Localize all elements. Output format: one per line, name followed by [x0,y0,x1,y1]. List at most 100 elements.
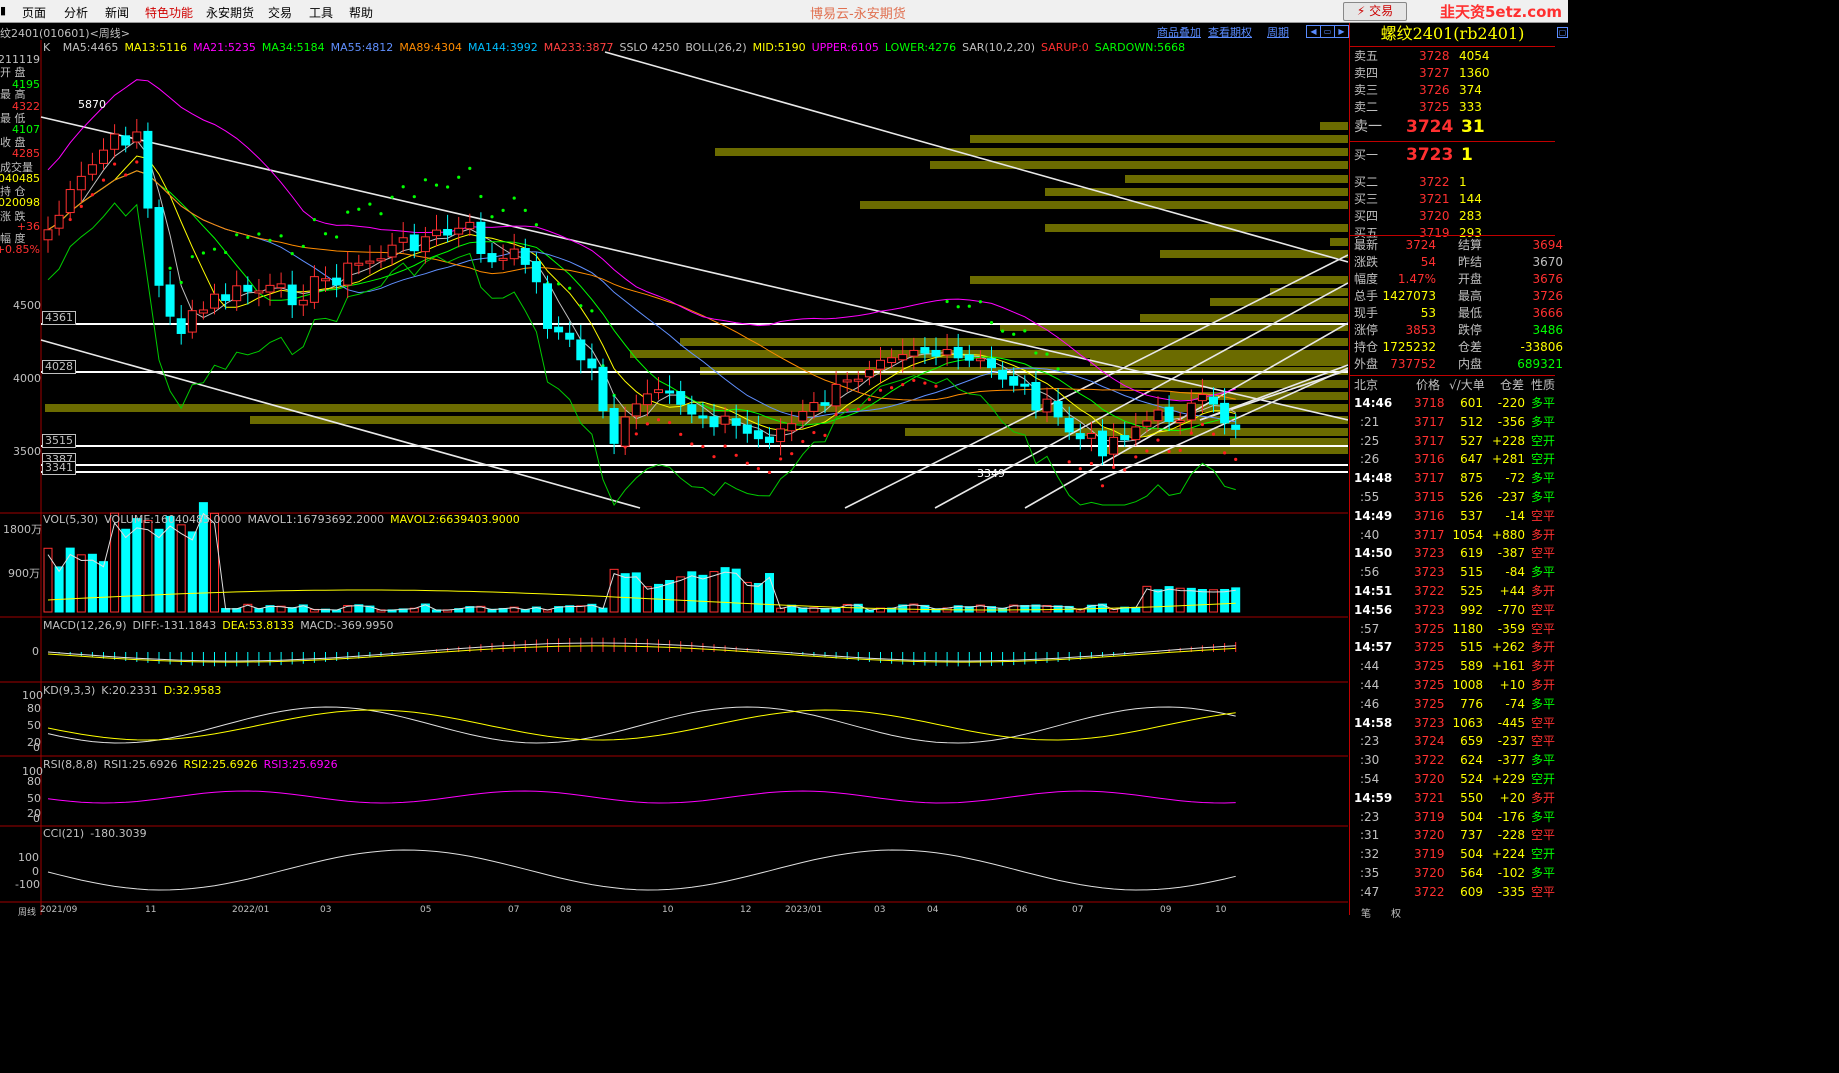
candle-body[interactable] [76,175,86,191]
candle-body[interactable] [687,404,697,415]
candle-body[interactable] [809,402,819,412]
candle-body[interactable] [898,354,908,361]
candle-body[interactable] [87,164,97,175]
menu-help[interactable]: 帮助 [349,4,373,21]
candle-body[interactable] [554,326,564,333]
candle-body[interactable] [942,349,952,356]
candle-body[interactable] [420,236,430,253]
candle-body[interactable] [698,415,708,419]
candle-body[interactable] [1075,433,1085,440]
bid-level[interactable]: 买四 3720 283 [1350,208,1555,225]
tick-row[interactable]: :25 3717 527 +228 空开 [1350,432,1569,450]
link-overlay[interactable]: 商品叠加 [1157,24,1201,40]
candle-body[interactable] [531,261,541,283]
tick-row[interactable]: 14:46 3718 601 -220 多平 [1350,394,1569,412]
panel-toggle-icon[interactable]: ▢ [1557,27,1568,38]
tick-row[interactable]: 14:59 3721 550 +20 多开 [1350,789,1569,807]
menu-trade[interactable]: 交易 [268,4,292,21]
candle-body[interactable] [1209,396,1218,405]
candle-body[interactable] [709,416,719,428]
candle-body[interactable] [742,424,752,434]
candle-body[interactable] [964,354,974,361]
tick-row[interactable]: 14:57 3725 515 +262 多开 [1350,638,1569,656]
candle-body[interactable] [931,349,941,357]
tick-row[interactable]: :54 3720 524 +229 空开 [1350,770,1569,788]
candle-body[interactable] [1186,402,1196,421]
trade-button[interactable]: ⚡ 交易 [1343,2,1407,21]
candle-body[interactable] [398,237,408,243]
candle-body[interactable] [243,284,253,292]
candle-body[interactable] [99,149,108,164]
candle-body[interactable] [154,207,164,286]
candle-body[interactable] [676,391,686,405]
candle-body[interactable] [1020,383,1030,387]
candle-body[interactable] [287,284,297,306]
link-options[interactable]: 查看期权 [1208,24,1252,40]
candle-body[interactable] [265,284,275,293]
tick-row[interactable]: :31 3720 737 -228 空平 [1350,826,1569,844]
candle-body[interactable] [121,135,131,146]
tick-row[interactable]: :56 3723 515 -84 多平 [1350,563,1569,581]
candle-body[interactable] [198,309,208,314]
candle-body[interactable] [720,415,730,425]
tick-row[interactable]: 14:51 3722 525 +44 多开 [1350,582,1569,600]
candle-body[interactable] [654,389,663,394]
menu-news[interactable]: 新闻 [105,4,129,21]
candle-body[interactable] [642,393,652,406]
candle-body[interactable] [1153,409,1163,422]
tick-row[interactable]: 14:50 3723 619 -387 空平 [1350,544,1569,562]
candle-body[interactable] [842,379,852,383]
candle-body[interactable] [565,332,575,340]
tick-row[interactable]: :32 3719 504 +224 空开 [1350,845,1569,863]
candle-body[interactable] [820,402,830,406]
candle-body[interactable] [876,359,885,370]
candle-body[interactable] [598,366,608,412]
candle-body[interactable] [454,227,464,235]
candle-body[interactable] [909,349,919,357]
ask-level[interactable]: 卖三 3726 374 [1350,82,1555,99]
tick-row[interactable]: :21 3717 512 -356 多平 [1350,413,1569,431]
candle-body[interactable] [1142,420,1152,427]
candle-body[interactable] [232,285,242,302]
candle-body[interactable] [1197,394,1207,402]
candle-body[interactable] [176,318,186,334]
tick-row[interactable]: :47 3722 609 -335 空平 [1350,883,1569,901]
candle-body[interactable] [465,221,475,230]
candle-body[interactable] [631,403,641,417]
candle-body[interactable] [1175,419,1185,423]
candle-body[interactable] [776,428,786,443]
tick-row[interactable]: :46 3725 776 -74 多平 [1350,695,1569,713]
tick-row[interactable]: :30 3722 624 -377 多平 [1350,751,1569,769]
candle-body[interactable] [798,410,808,422]
tab-rights[interactable]: 权 [1391,905,1401,920]
tick-row[interactable]: :35 3720 564 -102 多平 [1350,864,1569,882]
candle-body[interactable] [143,130,153,209]
candle-body[interactable] [1064,417,1074,433]
ask-level[interactable]: 卖五 3728 4054 [1350,48,1555,65]
candle-body[interactable] [321,278,330,282]
link-period[interactable]: 周期 [1267,24,1289,40]
candle-body[interactable] [1231,424,1241,430]
tick-row[interactable]: 14:58 3723 1063 -445 空平 [1350,714,1569,732]
candle-body[interactable] [543,283,552,329]
candle-body[interactable] [132,131,142,143]
candle-body[interactable] [187,310,197,333]
candle-body[interactable] [975,358,985,362]
candle-body[interactable] [1131,426,1141,441]
candle-body[interactable] [254,290,264,294]
ask-level[interactable]: 卖二 3725 333 [1350,99,1555,116]
candle-body[interactable] [787,423,797,432]
tick-row[interactable]: :44 3725 589 +161 多开 [1350,657,1569,675]
candle-body[interactable] [54,214,64,229]
candle-body[interactable] [753,430,763,440]
candle-body[interactable] [343,262,353,286]
ask-level[interactable]: 卖四 3727 1360 [1350,65,1555,82]
candle-body[interactable] [276,283,286,289]
menu-yongan[interactable]: 永安期货 [206,4,254,21]
candle-body[interactable] [365,260,375,264]
candle-body[interactable] [920,347,930,354]
bid-level[interactable]: 买三 3721 144 [1350,191,1555,208]
tick-row[interactable]: :26 3716 647 +281 空开 [1350,450,1569,468]
candle-body[interactable] [1042,398,1052,413]
candle-body[interactable] [853,378,863,382]
